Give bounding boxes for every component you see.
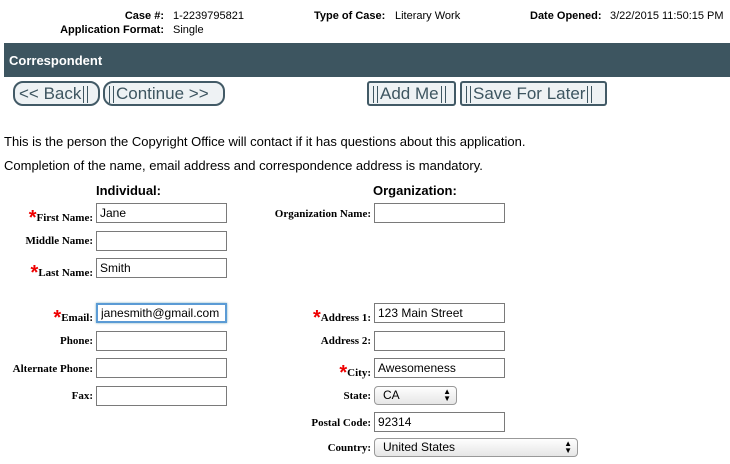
country-select-value: United States (383, 440, 456, 454)
required-marker: * (339, 362, 348, 384)
section-title: Correspondent (9, 53, 103, 68)
add-me-button[interactable]: Add Me (367, 81, 456, 106)
middle-name-input[interactable] (96, 231, 227, 251)
date-opened-label: Date Opened: (530, 10, 602, 22)
case-number-label: Case #: (124, 10, 164, 22)
address1-label: *Address 1: (312, 307, 371, 329)
address2-input[interactable] (374, 331, 505, 351)
case-number-value: 1-2239795821 (173, 10, 244, 22)
last-name-input[interactable] (96, 258, 227, 278)
required-marker: * (28, 207, 37, 229)
button-separator (373, 86, 378, 104)
button-separator (109, 86, 114, 104)
first-name-label: *First Name: (28, 207, 93, 229)
type-of-case-label: Type of Case: (314, 10, 386, 22)
type-of-case-value: Literary Work (395, 10, 461, 22)
fax-label: Fax: (71, 390, 93, 402)
email-label: *Email: (53, 307, 93, 329)
organization-heading: Organization: (373, 183, 457, 198)
alternate-phone-input[interactable] (96, 358, 227, 378)
back-button[interactable]: << Back (13, 81, 100, 106)
application-format-value: Single (173, 24, 204, 36)
button-separator (440, 86, 446, 104)
email-input[interactable] (96, 303, 227, 323)
phone-label: Phone: (60, 335, 93, 347)
country-select[interactable]: United States ▲ ▼ (374, 438, 578, 457)
postal-code-input[interactable] (374, 412, 505, 432)
required-marker: * (53, 307, 62, 329)
organization-name-input[interactable] (374, 203, 505, 223)
individual-heading: Individual: (96, 183, 161, 198)
last-name-label: *Last Name: (30, 262, 93, 284)
first-name-input[interactable] (96, 203, 227, 223)
section-header-bar: Correspondent (4, 43, 730, 77)
add-me-button-label: Add Me (380, 84, 439, 103)
select-arrows-icon: ▲ ▼ (443, 387, 451, 403)
save-for-later-button[interactable]: Save For Later (460, 81, 607, 106)
state-label: State: (343, 390, 372, 402)
continue-button[interactable]: Continue >> (103, 81, 225, 106)
button-separator (83, 86, 89, 104)
button-separator (587, 86, 593, 104)
back-button-label: << Back (19, 84, 82, 103)
city-input[interactable] (374, 358, 505, 378)
city-label: *City: (339, 362, 371, 384)
country-label: Country: (327, 442, 371, 454)
required-marker: * (312, 307, 321, 329)
state-select-value: CA (383, 388, 400, 402)
address1-input[interactable] (374, 303, 505, 323)
organization-name-label: Organization Name: (274, 208, 371, 220)
date-opened-value: 3/22/2015 11:50:15 PM (610, 10, 724, 22)
select-arrows-icon: ▲ ▼ (564, 439, 572, 455)
required-marker: * (30, 262, 39, 284)
continue-button-label: Continue >> (116, 84, 209, 103)
intro-text-contact: This is the person the Copyright Office … (4, 134, 526, 149)
application-format-label: Application Format: (60, 24, 164, 36)
button-separator (466, 86, 471, 104)
state-select[interactable]: CA ▲ ▼ (374, 386, 457, 405)
middle-name-label: Middle Name: (25, 235, 93, 247)
phone-input[interactable] (96, 331, 227, 351)
intro-text-mandatory: Completion of the name, email address an… (4, 158, 483, 173)
fax-input[interactable] (96, 386, 227, 406)
save-for-later-button-label: Save For Later (473, 84, 586, 103)
postal-code-label: Postal Code: (311, 417, 371, 429)
alternate-phone-label: Alternate Phone: (12, 363, 93, 375)
address2-label: Address 2: (320, 335, 371, 347)
